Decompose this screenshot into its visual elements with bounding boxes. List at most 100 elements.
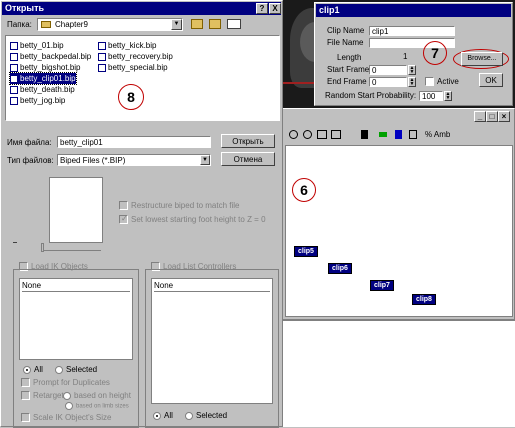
- help-icon[interactable]: ?: [256, 3, 268, 14]
- mixer-icon[interactable]: [361, 130, 368, 139]
- up-folder-icon[interactable]: [191, 19, 203, 29]
- radio-all-right[interactable]: [153, 411, 161, 420]
- retarget-label: Retarget: [33, 391, 64, 400]
- scale-ik-row[interactable]: Scale IK Object's Size: [21, 413, 112, 423]
- new-folder-icon[interactable]: [209, 19, 221, 29]
- clip-dialog-title: clip1: [316, 4, 511, 17]
- start-frame-label: Start Frame: [327, 65, 370, 74]
- open-button[interactable]: Открыть: [221, 134, 275, 148]
- browse-button[interactable]: Browse...: [461, 52, 503, 66]
- lower-panel: [282, 320, 515, 427]
- radio-based-on-height[interactable]: [63, 391, 71, 400]
- preview-slider-thumb[interactable]: [41, 243, 44, 252]
- chevron-down-icon[interactable]: ▼: [171, 19, 182, 30]
- radio-all-left-label: All: [34, 365, 43, 374]
- retarget-checkbox[interactable]: [21, 391, 30, 401]
- open-dialog-title-text: Открыть: [5, 3, 45, 13]
- random-start-label: Random Start Probability:: [325, 91, 417, 100]
- file-item[interactable]: betty_recovery.bip: [98, 51, 173, 62]
- radio-all-right-label: All: [164, 411, 173, 420]
- track-blue-icon[interactable]: [395, 130, 402, 139]
- radio-selected-left[interactable]: [55, 365, 63, 374]
- radio-selected-right-row[interactable]: Selected: [185, 411, 227, 420]
- length-label: Length: [337, 53, 362, 62]
- start-frame-field[interactable]: 0: [369, 65, 407, 75]
- folder-label: Папка:: [7, 20, 32, 29]
- file-item[interactable]: betty_special.bip: [98, 62, 168, 73]
- set-lowest-checkbox[interactable]: ✓: [119, 214, 128, 225]
- ik-list-header: None: [22, 281, 130, 292]
- preview-tick: [13, 242, 17, 243]
- mixer-window-controls: _ □ ×: [472, 111, 512, 123]
- file-item[interactable]: betty_jog.bip: [10, 95, 65, 106]
- clip-block[interactable]: clip8: [412, 294, 436, 305]
- annotation-7: 7: [423, 41, 447, 65]
- radio-based-on-limb[interactable]: [65, 402, 73, 410]
- random-start-spinner[interactable]: ▲ ▼: [444, 91, 452, 101]
- scale-ik-label: Scale IK Object's Size: [33, 413, 112, 422]
- file-item[interactable]: betty_backpedal.bip: [10, 51, 91, 62]
- set-lowest-row[interactable]: ✓ Set lowest starting foot height to Z =…: [119, 214, 266, 225]
- search-icon[interactable]: [303, 130, 312, 139]
- folder-value: Chapter9: [55, 20, 88, 29]
- scale-ik-checkbox[interactable]: [21, 413, 30, 423]
- start-frame-spinner[interactable]: ▲ ▼: [408, 65, 416, 75]
- mixer-track-area: 6 clip5 clip6 clip7 clip8: [285, 145, 513, 317]
- based-on-limb-row[interactable]: based on limb sizes: [65, 402, 129, 410]
- end-frame-field[interactable]: 0: [369, 77, 407, 87]
- radio-all-left[interactable]: [23, 365, 31, 374]
- cancel-button[interactable]: Отмена: [221, 152, 275, 166]
- radio-all-left-row[interactable]: All: [23, 365, 43, 374]
- file-item[interactable]: betty_01.bip: [10, 40, 64, 51]
- prompt-duplicates-checkbox[interactable]: [21, 378, 30, 388]
- ok-button[interactable]: OK: [479, 73, 503, 87]
- radio-all-right-row[interactable]: All: [153, 411, 173, 420]
- prompt-duplicates-label: Prompt for Duplicates: [33, 378, 110, 387]
- file-item[interactable]: betty_kick.bip: [98, 40, 156, 51]
- close-icon[interactable]: ×: [498, 111, 510, 122]
- chevron-down-icon[interactable]: ▼: [200, 155, 210, 165]
- prompt-duplicates-row[interactable]: Prompt for Duplicates: [21, 378, 110, 388]
- active-checkbox[interactable]: [425, 77, 434, 87]
- based-on-limb-label: based on limb sizes: [76, 403, 129, 410]
- clip-block[interactable]: clip6: [328, 263, 352, 274]
- file-item-selected[interactable]: betty_clip01.bip: [9, 72, 77, 85]
- open-dialog-title: Открыть: [2, 2, 281, 15]
- set-icon[interactable]: [409, 130, 417, 139]
- clip-name-field[interactable]: clip1: [369, 26, 455, 36]
- view-menu-icon[interactable]: [227, 19, 241, 29]
- file-item[interactable]: betty_death.bip: [10, 84, 75, 95]
- pan-icon[interactable]: [331, 130, 341, 139]
- random-start-field[interactable]: 100: [419, 91, 443, 101]
- clip-block[interactable]: clip7: [370, 280, 394, 291]
- length-value: 1: [403, 52, 408, 61]
- track-green-icon[interactable]: [379, 132, 387, 137]
- clip-block[interactable]: clip5: [294, 246, 318, 257]
- annotation-6: 6: [292, 178, 316, 202]
- retarget-row[interactable]: Retarget: [21, 391, 64, 401]
- radio-selected-left-row[interactable]: Selected: [55, 365, 97, 374]
- based-on-height-row[interactable]: based on height: [63, 391, 131, 400]
- filename-field[interactable]: betty_clip01: [57, 136, 211, 148]
- zoom-icon[interactable]: [289, 130, 298, 139]
- mixer-toolbar: % Amb: [285, 127, 513, 143]
- list-controllers-header: None: [154, 281, 270, 292]
- file-item[interactable]: betty_bigshot.bip: [10, 62, 81, 73]
- frame-icon[interactable]: [317, 130, 327, 139]
- radio-selected-left-label: Selected: [66, 365, 98, 374]
- close-icon[interactable]: X: [269, 3, 281, 14]
- restructure-row[interactable]: Restructure biped to match file: [119, 201, 240, 211]
- preview-slider-track[interactable]: [41, 250, 101, 251]
- active-checkbox-row[interactable]: Active: [425, 77, 459, 87]
- folder-select[interactable]: Chapter9 ▼: [37, 18, 183, 31]
- radio-selected-right[interactable]: [185, 411, 193, 420]
- end-frame-spinner[interactable]: ▲ ▼: [408, 77, 416, 87]
- set-lowest-label: Set lowest starting foot height to Z = 0: [131, 215, 266, 224]
- restructure-checkbox[interactable]: [119, 201, 128, 211]
- filetype-select[interactable]: Biped Files (*.BIP) ▼: [57, 154, 211, 166]
- active-label: Active: [437, 77, 459, 86]
- minimize-icon[interactable]: _: [474, 111, 486, 122]
- filetype-value: Biped Files (*.BIP): [60, 156, 126, 165]
- maximize-icon[interactable]: □: [486, 111, 498, 122]
- open-file-dialog: Открыть ? X Папка: Chapter9 ▼ betty_01.b…: [0, 0, 283, 428]
